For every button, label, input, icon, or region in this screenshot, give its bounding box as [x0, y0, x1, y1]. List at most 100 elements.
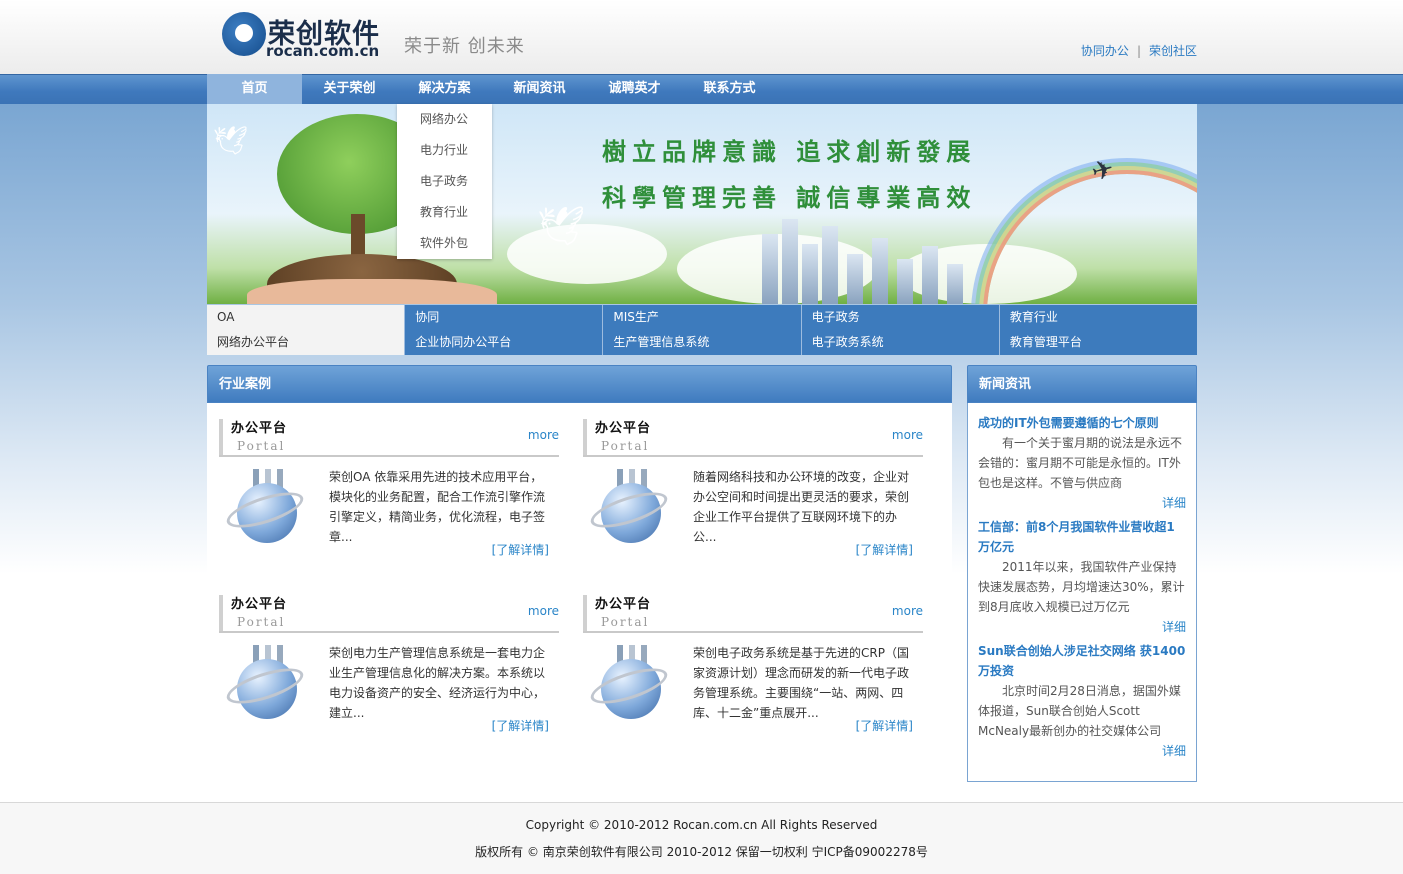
case-description: 荣创电子政务系统是基于先进的CRP（国家资源计划）理念而研发的新一代电子政务管理…: [693, 646, 910, 720]
footer-rights: 版权所有 © 南京荣创软件有限公司 2010-2012 保留一切权利 宁ICP备…: [475, 845, 928, 859]
dropdown-item-e-government[interactable]: 电子政务: [397, 166, 492, 197]
top-link-collab-office[interactable]: 协同办公: [1081, 44, 1129, 58]
dropdown-item-outsourcing[interactable]: 软件外包: [397, 228, 492, 259]
main-nav: 首页 关于荣创 解决方案 新闻资讯 诚聘英才 联系方式: [207, 74, 777, 104]
case-subtitle: Portal: [601, 439, 650, 453]
case-details-link[interactable]: [了解详情]: [492, 541, 549, 558]
product-tab-title: MIS生产: [613, 310, 659, 324]
footer-copyright: Copyright © 2010-2012 Rocan.com.cn All R…: [525, 818, 878, 832]
globe-icon: [586, 469, 672, 549]
building-graphic: [822, 226, 838, 304]
news-item-more-link[interactable]: 详细: [978, 741, 1186, 761]
news-item-title[interactable]: Sun联合创始人涉足社交网络 获1400万投资: [978, 641, 1186, 681]
dropdown-item-education[interactable]: 教育行业: [397, 197, 492, 228]
dropdown-item-power-industry[interactable]: 电力行业: [397, 135, 492, 166]
case-details-link[interactable]: [了解详情]: [856, 541, 913, 558]
product-tab-education[interactable]: 教育行业 教育管理平台: [998, 305, 1198, 355]
case-more-link[interactable]: more: [892, 428, 923, 442]
industry-cases-heading: 行业案例: [207, 365, 952, 403]
top-links-separator: |: [1136, 44, 1141, 58]
news-item-title[interactable]: 成功的IT外包需要遵循的七个原则: [978, 413, 1186, 433]
product-tab-subtitle: 电子政务系统: [811, 335, 884, 349]
news-item-more-link[interactable]: 详细: [978, 617, 1186, 637]
news-item-summary: 北京时间2月28日消息，据国外媒体报道，Sun联合创始人Scott McNeal…: [978, 684, 1181, 738]
news-item-more-link[interactable]: 详细: [978, 493, 1186, 513]
news-panel: 新闻资讯 成功的IT外包需要遵循的七个原则 有一个关于蜜月期的说法是永远不会错的…: [967, 365, 1197, 783]
building-graphic: [947, 264, 963, 304]
news-body: 成功的IT外包需要遵循的七个原则 有一个关于蜜月期的说法是永远不会错的：蜜月期不…: [967, 403, 1197, 782]
industry-cases-panel: 行业案例 办公平台 Portal more 荣创OA 依靠采用先进的技术应用平台…: [207, 365, 952, 785]
building-graphic: [897, 259, 913, 304]
case-description: 荣创OA 依靠采用先进的技术应用平台，模块化的业务配置，配合工作流引擎作流引擎定…: [329, 470, 546, 544]
case-more-link[interactable]: more: [528, 428, 559, 442]
product-tab-title: 电子政务: [811, 310, 860, 324]
case-divider: [583, 631, 923, 633]
case-divider: [219, 631, 559, 633]
banner-slogan-line1: 樹立品牌意識 追求創新發展: [602, 137, 977, 166]
case-card: 办公平台 Portal more 荣创电子政务系统是基于先进的CRP（国家资源计…: [583, 579, 923, 739]
globe-icon: [222, 469, 308, 549]
case-divider: [219, 455, 559, 457]
nav-item-contact[interactable]: 联系方式: [682, 74, 777, 104]
case-title-bar: [219, 595, 223, 631]
solutions-dropdown: 网络办公 电力行业 电子政务 教育行业 软件外包: [397, 104, 492, 259]
hero-banner: 🕊 🕊 ✈ 樹立品牌意識 追求創新發展 科學管理完善 誠信專業高效: [207, 104, 1197, 304]
banner-slogan-line2: 科學管理完善 誠信專業高效: [602, 183, 977, 212]
dropdown-item-network-office[interactable]: 网络办公: [397, 104, 492, 135]
rainbow-graphic: [987, 174, 1197, 304]
globe-icon: [586, 645, 672, 725]
product-tabs: OA 网络办公平台 协同 企业协同办公平台 MIS生产 生产管理信息系统 电子政…: [207, 305, 1198, 355]
logo-mark-icon: [222, 12, 266, 56]
cloud-shape: [507, 224, 667, 284]
product-tab-subtitle: 网络办公平台: [217, 335, 290, 349]
news-item-title[interactable]: 工信部：前8个月我国软件业营收超1万亿元: [978, 517, 1186, 557]
case-more-link[interactable]: more: [528, 604, 559, 618]
case-divider: [583, 455, 923, 457]
news-item-summary: 有一个关于蜜月期的说法是永远不会错的：蜜月期不可能是永恒的。IT外包也是这样。不…: [978, 436, 1183, 490]
product-tab-egov[interactable]: 电子政务 电子政务系统: [800, 305, 999, 355]
nav-item-home[interactable]: 首页: [207, 74, 302, 104]
product-tab-subtitle: 教育管理平台: [1009, 335, 1082, 349]
case-title-bar: [583, 595, 587, 631]
news-heading: 新闻资讯: [967, 365, 1197, 403]
case-card: 办公平台 Portal more 随着网络科技和办公环境的改变，企业对办公空间和…: [583, 403, 923, 563]
case-details-link[interactable]: [了解详情]: [492, 717, 549, 734]
product-tab-oa[interactable]: OA 网络办公平台: [207, 305, 405, 355]
building-graphic: [802, 244, 818, 304]
nav-item-careers[interactable]: 诚聘英才: [587, 74, 682, 104]
industry-cases-body: 办公平台 Portal more 荣创OA 依靠采用先进的技术应用平台，模块化的…: [207, 403, 952, 785]
case-subtitle: Portal: [237, 615, 286, 629]
slogan: 荣于新 创未来: [404, 36, 525, 57]
case-subtitle: Portal: [601, 615, 650, 629]
dove-icon: 🕊: [537, 204, 586, 248]
news-item-summary: 2011年以来，我国软件产业保持快速发展态势，月均增速达30%，累计到8月底收入…: [978, 560, 1185, 614]
product-tab-collab[interactable]: 协同 企业协同办公平台: [404, 305, 603, 355]
case-more-link[interactable]: more: [892, 604, 923, 618]
case-title-bar: [219, 419, 223, 455]
product-tab-mis[interactable]: MIS生产 生产管理信息系统: [602, 305, 801, 355]
product-tab-title: OA: [217, 310, 235, 324]
case-details-link[interactable]: [了解详情]: [856, 717, 913, 734]
nav-item-solutions[interactable]: 解决方案: [397, 74, 492, 104]
building-graphic: [762, 234, 778, 304]
case-title: 办公平台: [231, 421, 288, 436]
dove-icon: 🕊: [213, 124, 249, 157]
case-title: 办公平台: [231, 597, 288, 612]
top-links: 协同办公 | 荣创社区: [1081, 42, 1197, 59]
building-graphic: [872, 238, 888, 304]
product-tab-title: 协同: [415, 310, 440, 324]
top-link-community[interactable]: 荣创社区: [1149, 44, 1197, 58]
nav-item-news[interactable]: 新闻资讯: [492, 74, 587, 104]
case-card: 办公平台 Portal more 荣创OA 依靠采用先进的技术应用平台，模块化的…: [219, 403, 559, 563]
case-title: 办公平台: [595, 421, 652, 436]
nav-item-about[interactable]: 关于荣创: [302, 74, 397, 104]
building-graphic: [782, 219, 798, 304]
hand-graphic: [247, 279, 497, 304]
case-description: 荣创电力生产管理信息系统是一套电力企业生产管理信息化的解决方案。本系统以电力设备…: [329, 646, 546, 720]
product-tab-title: 教育行业: [1009, 310, 1058, 324]
case-subtitle: Portal: [237, 439, 286, 453]
header-background: [0, 0, 1403, 74]
globe-icon: [222, 645, 308, 725]
case-card: 办公平台 Portal more 荣创电力生产管理信息系统是一套电力企业生产管理…: [219, 579, 559, 739]
site-logo[interactable]: 荣创软件 rocan.com.cn: [222, 12, 392, 60]
